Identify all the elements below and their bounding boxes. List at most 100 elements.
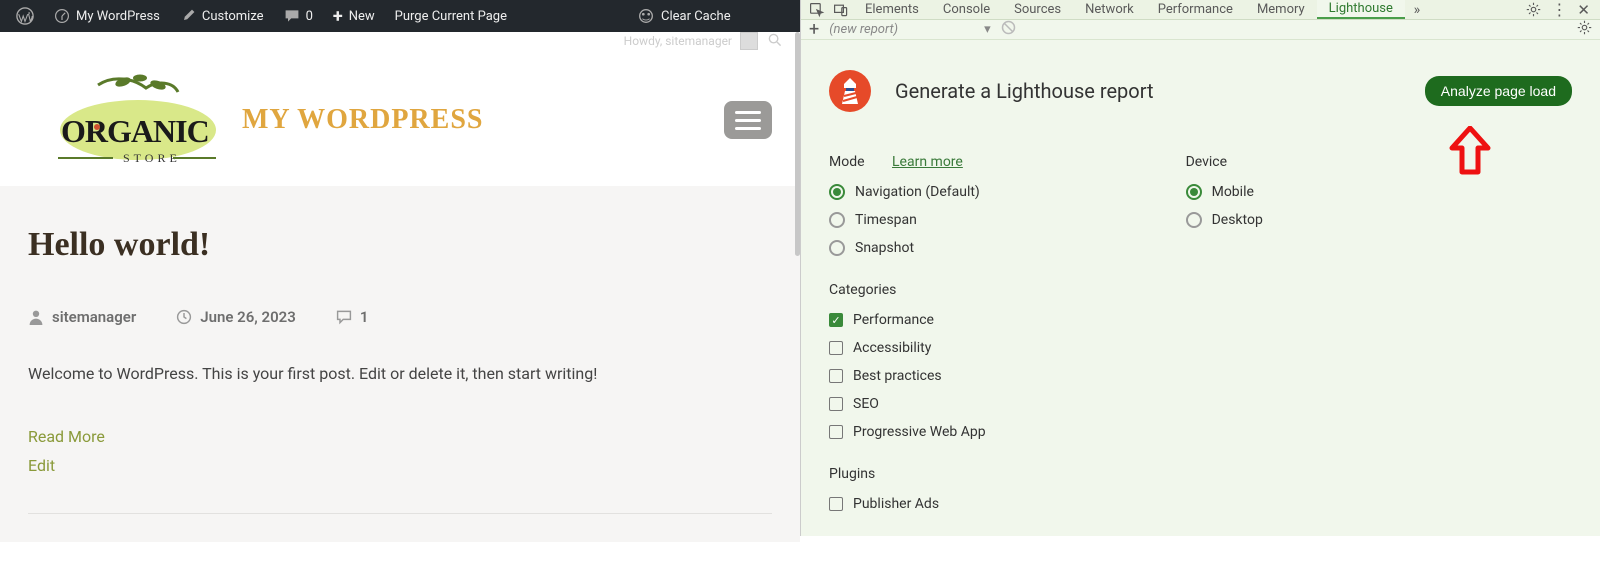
dashboard-icon: [54, 8, 70, 24]
adminbar-clear-cache[interactable]: Clear Cache: [627, 0, 741, 32]
adminbar-new[interactable]: + New: [323, 0, 385, 32]
adminbar-new-text: New: [349, 9, 375, 24]
adminbar-comments[interactable]: 0: [274, 0, 323, 32]
tab-elements[interactable]: Elements: [853, 0, 931, 19]
comment-icon: [336, 309, 352, 325]
wordpress-icon: [16, 7, 34, 25]
post-comment-count: 1: [360, 308, 369, 326]
device-desktop-radio[interactable]: Desktop: [1186, 212, 1263, 228]
avatar[interactable]: [740, 32, 758, 50]
plugin-publisher-ads-label: Publisher Ads: [853, 496, 939, 512]
adminbar-sitename-text: My WordPress: [76, 9, 160, 24]
lighthouse-toolbar: + (new report): [801, 20, 1600, 40]
report-dropdown[interactable]: (new report): [829, 22, 990, 37]
wordpress-window: My WordPress Customize 0 + New Purge Cur…: [0, 0, 800, 536]
plus-icon: +: [333, 6, 343, 27]
clock-icon: [176, 309, 192, 325]
howdy-text[interactable]: Howdy, sitemanager: [624, 34, 732, 48]
device-label: Device: [1186, 154, 1263, 170]
brush-icon: [180, 8, 196, 24]
read-more-link[interactable]: Read More: [28, 427, 772, 446]
device-mobile-radio[interactable]: Mobile: [1186, 184, 1263, 200]
tab-lighthouse[interactable]: Lighthouse: [1317, 0, 1405, 19]
analyze-page-load-button[interactable]: Analyze page load: [1425, 76, 1572, 106]
learn-more-link[interactable]: Learn more: [892, 154, 963, 170]
mode-timespan-label: Timespan: [855, 212, 917, 228]
tab-sources[interactable]: Sources: [1002, 0, 1073, 19]
branding: ORGANIC STORE MY WORDPRESS: [28, 70, 483, 170]
main-content: Hello world! sitemanager June 26, 2023 1: [0, 186, 800, 542]
mode-section: Mode Learn more Navigation (Default) Tim…: [829, 154, 986, 256]
svg-text:STORE: STORE: [123, 151, 181, 165]
post-date-text: June 26, 2023: [200, 308, 296, 326]
adminbar-comment-count: 0: [306, 9, 313, 24]
wp-scrollbar[interactable]: [795, 32, 800, 256]
search-icon[interactable]: [768, 33, 782, 50]
device-desktop-label: Desktop: [1212, 212, 1263, 228]
post-author[interactable]: sitemanager: [28, 308, 136, 326]
svg-text:ORGANIC: ORGANIC: [61, 113, 209, 149]
comment-icon: [284, 8, 300, 24]
category-accessibility-label: Accessibility: [853, 340, 931, 356]
new-report-button[interactable]: +: [809, 21, 819, 39]
tab-network[interactable]: Network: [1073, 0, 1146, 19]
category-seo-label: SEO: [853, 396, 879, 412]
panel-settings-icon[interactable]: [1577, 20, 1592, 39]
lighthouse-title: Generate a Lighthouse report: [895, 79, 1401, 103]
user-icon: [28, 309, 44, 325]
settings-icon[interactable]: [1526, 2, 1541, 17]
mode-snapshot-radio[interactable]: Snapshot: [829, 240, 986, 256]
post-title[interactable]: Hello world!: [28, 226, 772, 264]
post-meta: sitemanager June 26, 2023 1: [28, 308, 772, 326]
cache-icon: [637, 7, 655, 25]
organic-store-logo[interactable]: ORGANIC STORE: [28, 70, 218, 170]
plugin-publisher-ads-checkbox[interactable]: Publisher Ads: [829, 496, 986, 512]
wp-admin-bar: My WordPress Customize 0 + New Purge Cur…: [0, 0, 800, 32]
category-performance-label: Performance: [853, 312, 934, 328]
tab-memory[interactable]: Memory: [1245, 0, 1317, 19]
tab-performance[interactable]: Performance: [1146, 0, 1245, 19]
categories-label: Categories: [829, 282, 986, 298]
plugins-label: Plugins: [829, 466, 986, 482]
adminbar-customize[interactable]: Customize: [170, 0, 274, 32]
mode-snapshot-label: Snapshot: [855, 240, 914, 256]
category-best-practices-checkbox[interactable]: Best practices: [829, 368, 986, 384]
mode-timespan-radio[interactable]: Timespan: [829, 212, 986, 228]
adminbar-customize-text: Customize: [202, 9, 264, 24]
mode-label: Mode: [829, 154, 865, 170]
close-icon[interactable]: ✕: [1577, 1, 1590, 19]
lighthouse-panel: Generate a Lighthouse report Analyze pag…: [801, 40, 1600, 568]
menu-toggle-button[interactable]: [724, 101, 772, 139]
site-title[interactable]: MY WORDPRESS: [242, 104, 483, 136]
site-header: ORGANIC STORE MY WORDPRESS: [0, 50, 800, 186]
device-section: Device Mobile Desktop: [1186, 154, 1263, 228]
post-date[interactable]: June 26, 2023: [176, 308, 296, 326]
category-accessibility-checkbox[interactable]: Accessibility: [829, 340, 986, 356]
lighthouse-logo-icon: [829, 70, 871, 112]
device-toggle-icon[interactable]: [829, 0, 853, 19]
clear-icon[interactable]: [1001, 20, 1016, 39]
category-seo-checkbox[interactable]: SEO: [829, 396, 986, 412]
more-tabs-icon[interactable]: »: [1405, 0, 1429, 19]
category-performance-checkbox[interactable]: Performance: [829, 312, 986, 328]
category-pwa-checkbox[interactable]: Progressive Web App: [829, 424, 986, 440]
wp-logo-menu[interactable]: [6, 0, 44, 32]
devtools-tabbar: Elements Console Sources Network Perform…: [801, 0, 1600, 20]
adminbar-sitename[interactable]: My WordPress: [44, 0, 170, 32]
mode-navigation-label: Navigation (Default): [855, 184, 980, 200]
category-pwa-label: Progressive Web App: [853, 424, 986, 440]
plugins-section: Plugins Publisher Ads: [829, 466, 986, 512]
categories-section: Categories Performance Accessibility Bes…: [829, 282, 986, 440]
tab-console[interactable]: Console: [931, 0, 1002, 19]
post-body: Welcome to WordPress. This is your first…: [28, 362, 772, 387]
devtools-window: Elements Console Sources Network Perform…: [800, 0, 1600, 536]
post-divider: [28, 513, 772, 514]
adminbar-purge-page[interactable]: Purge Current Page: [385, 0, 517, 32]
edit-link[interactable]: Edit: [28, 456, 772, 475]
mode-navigation-radio[interactable]: Navigation (Default): [829, 184, 986, 200]
kebab-menu-icon[interactable]: ⋮: [1551, 0, 1567, 19]
post-comments[interactable]: 1: [336, 308, 369, 326]
inspect-icon[interactable]: [805, 0, 829, 19]
post-author-name: sitemanager: [52, 308, 136, 326]
report-dropdown-label: (new report): [829, 22, 898, 37]
